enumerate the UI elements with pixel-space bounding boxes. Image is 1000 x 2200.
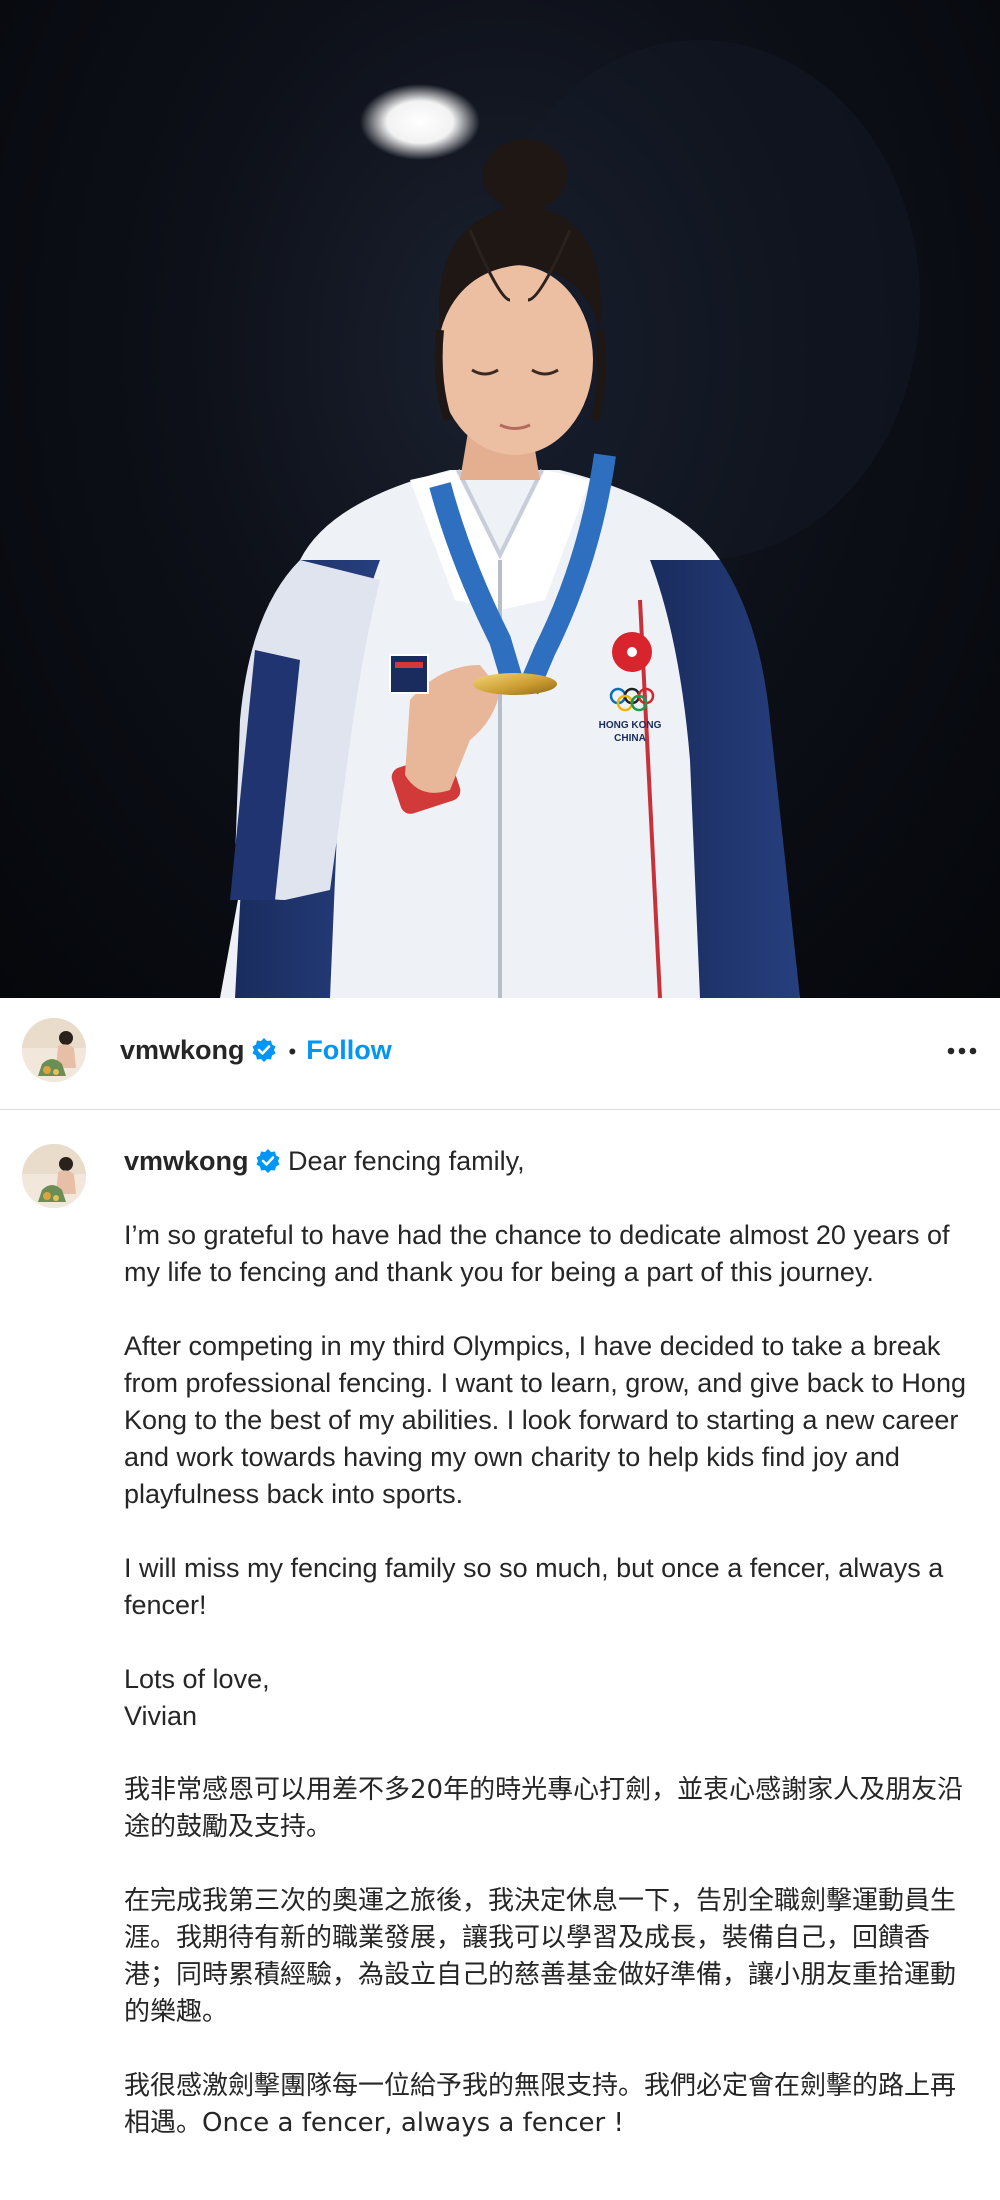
caption-avatar[interactable]	[22, 1144, 86, 1208]
gold-medal	[473, 673, 557, 695]
caption-greeting: Dear fencing family,	[288, 1146, 525, 1176]
post-caption: vmwkong Dear fencing family, I’m so grat…	[124, 1143, 974, 2179]
post-photo[interactable]: HONG KONG CHINA	[0, 0, 1000, 998]
header-username[interactable]: vmwkong	[120, 1035, 245, 1065]
avatar[interactable]	[22, 1018, 86, 1082]
more-horizontal-icon[interactable]	[942, 1036, 982, 1066]
stage-spotlight	[360, 84, 480, 160]
caption-paragraph-zh: 在完成我第三次的奧運之旅後，我決定休息一下，告別全職劍擊運動員生涯。我期待有新的…	[124, 1886, 957, 2027]
caption-signoff: Lots of love, Vivian	[124, 1664, 270, 1731]
caption-paragraph-zh: 我非常感恩可以用差不多20年的時光專心打劍，並衷心感謝家人及朋友沿途的鼓勵及支持…	[124, 1775, 964, 1842]
caption-paragraph: I will miss my fencing family so so much…	[124, 1553, 944, 1620]
hong-kong-emblem	[612, 632, 652, 672]
header-user: vmwkong • Follow	[120, 1032, 392, 1073]
verified-badge-icon	[256, 1149, 280, 1173]
caption-username[interactable]: vmwkong	[124, 1146, 249, 1176]
caption-first-line: vmwkong Dear fencing family,	[124, 1143, 974, 1180]
hair-bun	[483, 139, 567, 211]
jacket-text-line2: CHINA	[614, 733, 646, 744]
jacket-text-line1: HONG KONG	[599, 720, 662, 731]
caption-paragraph: After competing in my third Olympics, I …	[124, 1331, 966, 1509]
athlete-medal-photo: HONG KONG CHINA	[220, 40, 920, 998]
post-header: vmwkong • Follow	[0, 998, 1000, 1110]
caption-paragraph-zh: 我很感激劍擊團隊每一位給予我的無限支持。我們必定會在劍擊的路上再相遇。Once …	[124, 2071, 957, 2138]
follow-button[interactable]: Follow	[306, 1035, 391, 1065]
verified-badge-icon	[252, 1038, 276, 1062]
separator-dot: •	[288, 1039, 297, 1064]
caption-paragraph: I’m so grateful to have had the chance t…	[124, 1220, 950, 1287]
